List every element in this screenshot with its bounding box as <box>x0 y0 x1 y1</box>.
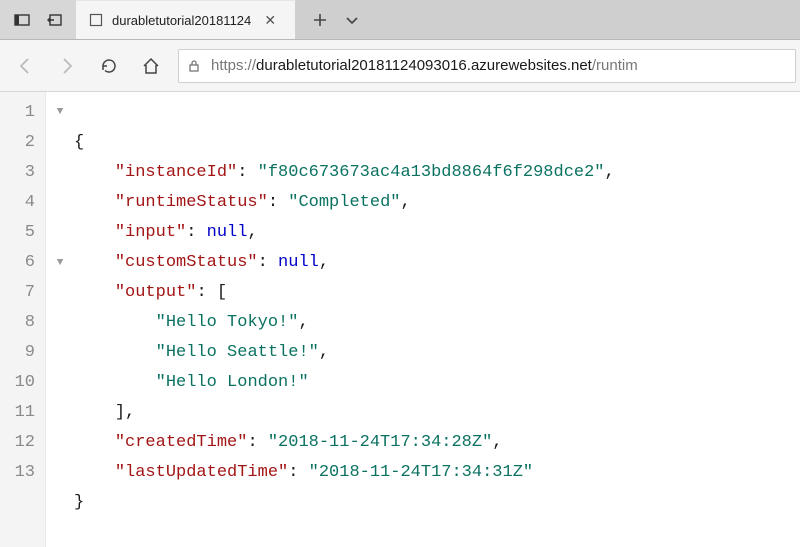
sidebar-toggle-icon[interactable] <box>8 6 36 34</box>
code-token: } <box>74 493 84 512</box>
code-token: "Hello Seattle!" <box>156 343 319 362</box>
code-token: "2018-11-24T17:34:31Z" <box>309 463 533 482</box>
line-number: 4 <box>0 188 35 218</box>
code-token: ] <box>115 403 125 422</box>
code-token: "input" <box>115 223 186 242</box>
line-number: 5 <box>0 218 35 248</box>
code-token: "f80c673673ac4a13bd8864f6f298dce2" <box>258 163 605 182</box>
line-number: 13 <box>0 458 35 488</box>
window-buttons <box>0 0 76 39</box>
url-scheme: https:// <box>211 57 256 74</box>
line-number: 11 <box>0 398 35 428</box>
code-token: "instanceId" <box>115 163 237 182</box>
code-token: "Hello London!" <box>156 373 309 392</box>
code-token: "2018-11-24T17:34:28Z" <box>268 433 492 452</box>
code-token: null <box>278 253 319 272</box>
set-aside-tabs-icon[interactable] <box>40 6 68 34</box>
page-favicon-icon <box>88 12 104 28</box>
fold-toggle-icon[interactable]: ▼ <box>57 97 64 127</box>
lock-icon <box>187 59 201 73</box>
fold-toggle-icon[interactable]: ▼ <box>57 248 64 278</box>
code-token: "runtimeStatus" <box>115 193 268 212</box>
code-token: null <box>207 223 248 242</box>
line-number: 10 <box>0 368 35 398</box>
code-content[interactable]: { "instanceId": "f80c673673ac4a13bd8864f… <box>74 92 615 547</box>
line-number: 7 <box>0 278 35 308</box>
nav-toolbar: https://durabletutorial20181124093016.az… <box>0 40 800 92</box>
line-number: 9 <box>0 338 35 368</box>
back-button[interactable] <box>4 45 46 87</box>
fold-gutter: ▼ ▼ <box>46 92 74 547</box>
line-number: 1 <box>0 98 35 128</box>
line-number: 6 <box>0 248 35 278</box>
code-token: "createdTime" <box>115 433 248 452</box>
url-path: /runtim <box>592 57 638 74</box>
json-viewer: 1 2 3 4 5 6 7 8 9 10 11 12 13 ▼ ▼ { "ins… <box>0 92 800 547</box>
tab-actions <box>296 0 376 39</box>
url-host: durabletutorial20181124093016.azurewebsi… <box>256 57 592 74</box>
line-number: 2 <box>0 128 35 158</box>
title-bar: durabletutorial20181124 ✕ <box>0 0 800 40</box>
line-number: 3 <box>0 158 35 188</box>
code-token: "Completed" <box>288 193 400 212</box>
code-token: "customStatus" <box>115 253 258 272</box>
line-number: 8 <box>0 308 35 338</box>
code-token: [ <box>217 283 227 302</box>
line-number-gutter: 1 2 3 4 5 6 7 8 9 10 11 12 13 <box>0 92 46 547</box>
tab-menu-chevron-icon[interactable] <box>338 6 366 34</box>
refresh-button[interactable] <box>88 45 130 87</box>
home-button[interactable] <box>130 45 172 87</box>
code-token: "lastUpdatedTime" <box>115 463 288 482</box>
browser-tab[interactable]: durabletutorial20181124 ✕ <box>76 0 296 39</box>
forward-button[interactable] <box>46 45 88 87</box>
line-number: 12 <box>0 428 35 458</box>
code-token: "Hello Tokyo!" <box>156 313 299 332</box>
tab-close-icon[interactable]: ✕ <box>261 12 279 29</box>
tab-title: durabletutorial20181124 <box>112 13 251 28</box>
new-tab-icon[interactable] <box>306 6 334 34</box>
address-bar[interactable]: https://durabletutorial20181124093016.az… <box>178 49 796 83</box>
code-token: { <box>74 133 84 152</box>
code-token: "output" <box>115 283 197 302</box>
